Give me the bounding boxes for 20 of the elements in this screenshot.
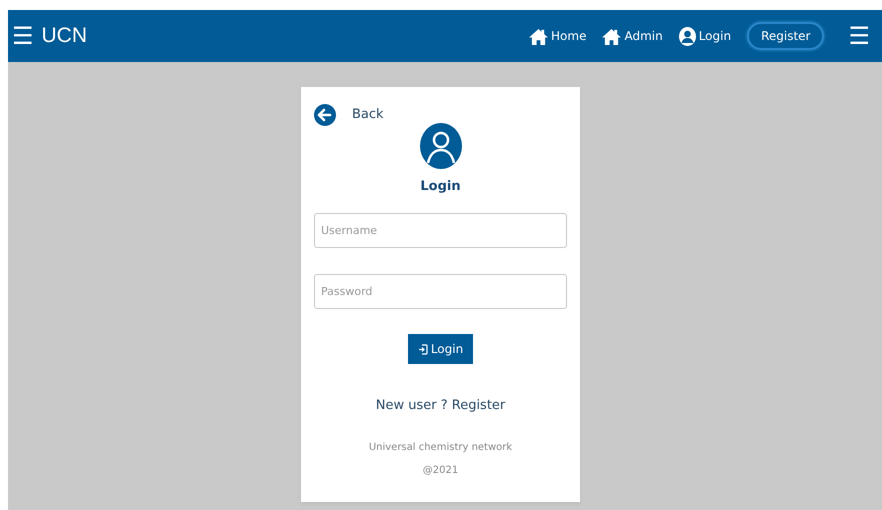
nav-link[interactable]: Admin	[602, 27, 663, 45]
home-icon	[602, 28, 622, 44]
login-title: Login	[420, 179, 461, 194]
footer-text: Universal chemistry network	[368, 441, 512, 455]
input-field[interactable]: Password	[314, 274, 567, 309]
home-icon	[529, 28, 548, 44]
register-button[interactable]: Register	[747, 22, 824, 50]
login-button[interactable]: Login	[408, 334, 474, 364]
nav-link[interactable]: Home	[529, 27, 586, 45]
menu-icon[interactable]: ☰	[12, 24, 34, 48]
brand-name[interactable]: UCN	[42, 20, 88, 52]
nav-link[interactable]: Login	[678, 26, 732, 46]
back-link[interactable]: Back	[352, 105, 384, 125]
footer-text: @2021	[422, 464, 458, 478]
register-link[interactable]: New user ? Register	[376, 398, 506, 413]
input-field[interactable]: Username	[314, 213, 567, 248]
user-icon	[678, 26, 696, 46]
login-icon	[418, 344, 428, 356]
menu-icon[interactable]: ☰	[848, 24, 870, 48]
user-avatar-icon	[420, 123, 462, 169]
